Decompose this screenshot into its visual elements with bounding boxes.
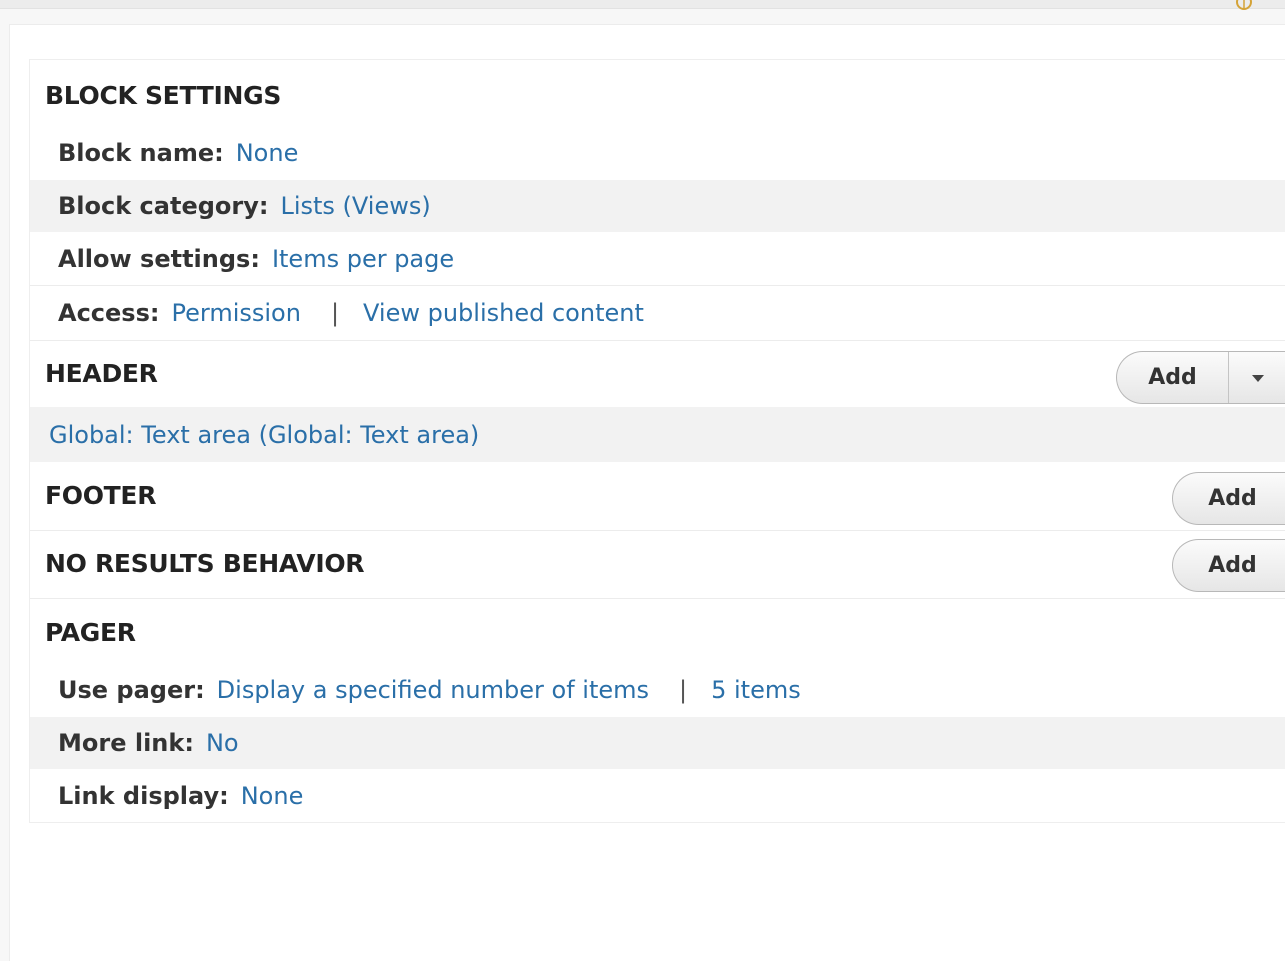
access-permission-value-link[interactable]: View published content: [363, 299, 644, 327]
more-link-row: More link: No: [30, 717, 1285, 769]
link-display-label: Link display:: [58, 782, 229, 810]
block-name-row: Block name: None: [30, 127, 1285, 179]
no-results-section-heading: NO RESULTS BEHAVIOR: [45, 549, 365, 578]
footer-add-button[interactable]: Add: [1172, 472, 1285, 525]
block-category-link[interactable]: Lists (Views): [280, 192, 430, 220]
block-name-label: Block name:: [58, 139, 224, 167]
use-pager-label: Use pager:: [58, 676, 205, 704]
block-settings-panel: BLOCK SETTINGS Block name: None Block ca…: [29, 59, 1285, 823]
header-add-split-button: Add: [1116, 351, 1285, 404]
use-pager-items-link[interactable]: 5 items: [711, 676, 801, 704]
more-link-value-link[interactable]: No: [206, 729, 239, 757]
allow-settings-link[interactable]: Items per page: [272, 245, 454, 273]
header-add-button[interactable]: Add: [1117, 352, 1229, 403]
no-results-add-button[interactable]: Add: [1172, 539, 1285, 592]
block-settings-heading: BLOCK SETTINGS: [45, 81, 282, 110]
access-separator: |: [330, 299, 340, 327]
access-row: Access: Permission | View published cont…: [30, 286, 1285, 340]
link-display-value-link[interactable]: None: [241, 782, 304, 810]
use-pager-separator: |: [679, 676, 688, 704]
more-link-label: More link:: [58, 729, 194, 757]
block-name-link[interactable]: None: [236, 139, 299, 167]
allow-settings-label: Allow settings:: [58, 245, 260, 273]
footer-section-heading: FOOTER: [45, 481, 157, 510]
use-pager-type-link[interactable]: Display a specified number of items: [217, 676, 649, 704]
use-pager-row: Use pager: Display a specified number of…: [30, 664, 1285, 716]
top-bar: [0, 0, 1285, 9]
settings-gear-icon[interactable]: [1234, 0, 1254, 12]
header-global-text-area-link[interactable]: Global: Text area (Global: Text area): [49, 421, 479, 449]
header-section-heading: HEADER: [45, 359, 158, 388]
link-display-row: Link display: None: [30, 770, 1285, 822]
access-permission-link[interactable]: Permission: [171, 299, 300, 327]
access-label: Access:: [58, 299, 160, 327]
pager-section-heading: PAGER: [45, 618, 136, 647]
block-category-label: Block category:: [58, 192, 269, 220]
caret-down-icon: [1251, 374, 1264, 382]
block-category-row: Block category: Lists (Views): [30, 180, 1285, 232]
header-add-dropdown-toggle[interactable]: [1229, 352, 1285, 403]
allow-settings-row: Allow settings: Items per page: [30, 233, 1285, 285]
header-item-row: Global: Text area (Global: Text area): [30, 407, 1285, 462]
